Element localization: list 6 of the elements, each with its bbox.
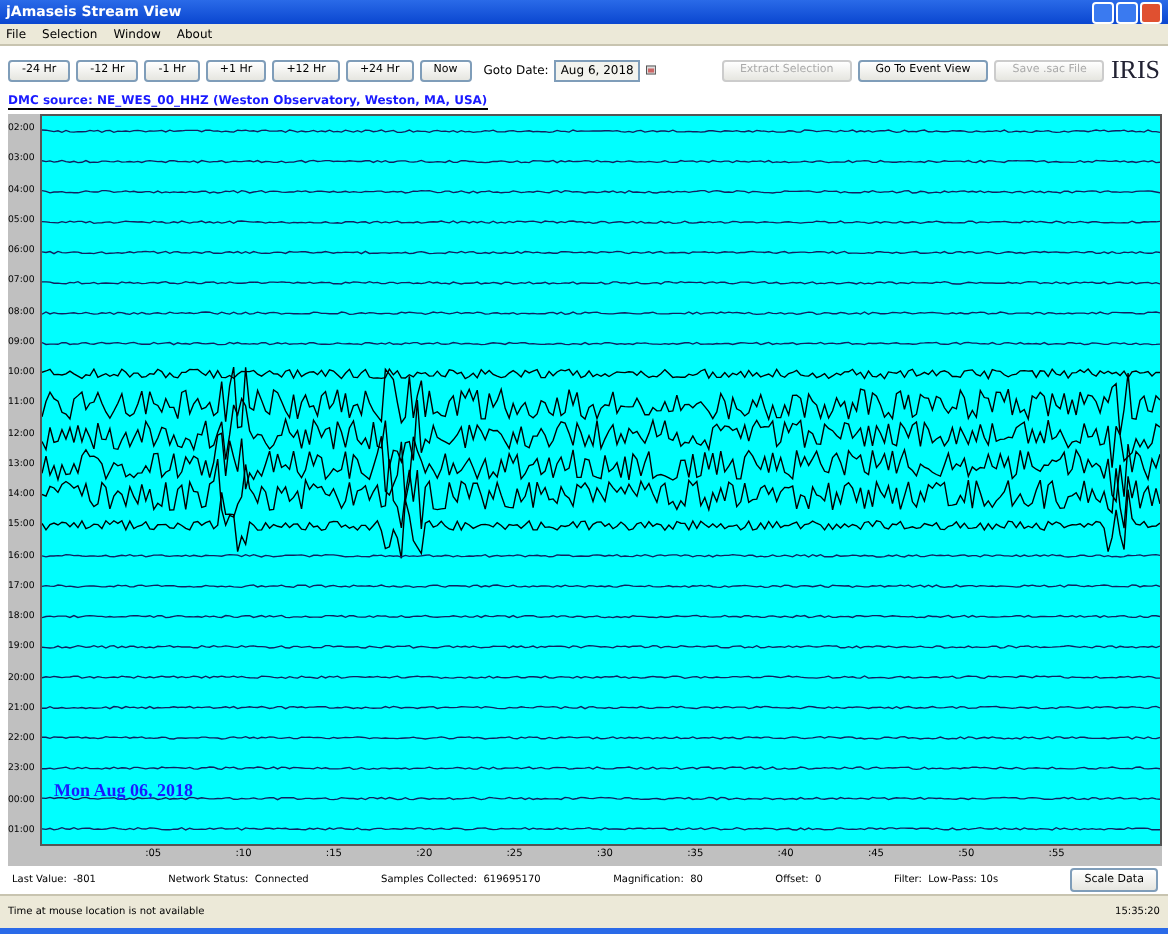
calendar-icon[interactable] [645, 62, 656, 78]
date-label: Mon Aug 06, 2018 [54, 780, 194, 800]
close-button[interactable] [1140, 1, 1162, 23]
restore-button[interactable] [1116, 1, 1138, 23]
minimize-button[interactable] [1092, 1, 1114, 23]
logo: IRIS [1110, 54, 1160, 86]
